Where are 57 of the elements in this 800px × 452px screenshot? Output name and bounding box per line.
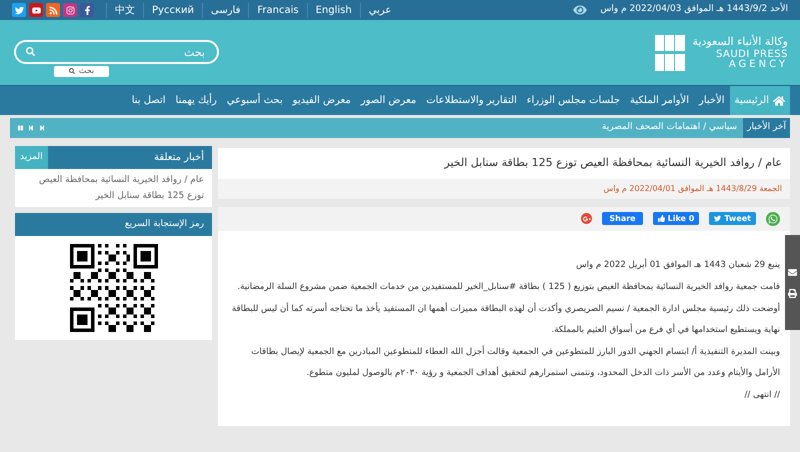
thumbs-up-icon [658, 215, 665, 222]
whatsapp-icon[interactable] [766, 212, 780, 226]
language-link[interactable]: 中文 [106, 2, 143, 18]
article-paragraph: // انتهى // [743, 388, 780, 402]
nav-item[interactable]: رأيك يهمنا [170, 86, 222, 115]
nav-item[interactable]: معرض الفيديو [288, 86, 356, 115]
logo-mark-icon [654, 34, 685, 70]
language-link[interactable]: Русский [143, 2, 202, 18]
logo-english-text: AGENCY [728, 60, 788, 70]
date-text: الأحد 1443/9/2 هـ الموافق 2022/04/03 م واس [600, 3, 788, 16]
language-link[interactable]: عربي [360, 2, 400, 18]
nav-item[interactable]: التقارير والاستطلاعات [421, 86, 522, 115]
nav-item[interactable]: اتصل بنا [126, 86, 171, 115]
print-icon[interactable] [788, 288, 797, 298]
article-paragraph: قامت جمعية روافد الخيرية النسائية بمحافظة العيص بتوزيع ( 125 ) بطاقة #سنابل_الخير للمستفيدين من خدمات الجمعية ضمن مشروع السلة الرمضانية. [236, 280, 780, 294]
instagram-icon[interactable] [63, 3, 77, 17]
language-link[interactable]: Francais [248, 2, 307, 18]
article-date: الجمعة 1443/8/29 هـ الموافق 2022/04/01 م واس [218, 178, 790, 198]
bird-icon [714, 215, 722, 222]
nav-item[interactable]: معرض الصور [356, 86, 422, 115]
google-plus-icon[interactable] [581, 213, 592, 224]
like-button[interactable]: Like 0 [652, 212, 700, 225]
next-icon[interactable] [39, 125, 45, 131]
language-link[interactable]: English [306, 2, 360, 18]
logo-arabic-text: وكالة الأنباء السعودية [692, 36, 788, 46]
ticker-label: آخر الأخبار [743, 118, 790, 138]
eye-icon[interactable] [572, 4, 588, 16]
nav-item[interactable]: الأوامر الملكية [625, 86, 694, 115]
nav-item[interactable]: الأخبار [694, 86, 730, 115]
facebook-icon[interactable] [80, 3, 94, 17]
article-paragraph: وبينت المديرة التنفيذية أ/ ابتسام الجهني الدور البارز للمتطوعين في الجمعية وقالت أجزل الله العطاء للمتطوعين المبادرين مع الجمعية لإيصال بطاقات الأرامل والأيتام وعدد من الأسر ذات الدخل المحدود، ونتمنى استمرارهم لتحقيق أهداف الجمعية و رؤية ٢٠٣٠م بالوصول لمليون متطوع. [250, 344, 780, 380]
previous-icon[interactable] [28, 125, 34, 131]
more-link[interactable]: المزيد [15, 146, 48, 169]
article-paragraph: ينبع 29 شعبان 1443 هـ الموافق 01 أبريل 2022 م واس [575, 258, 780, 272]
nav-item[interactable]: جلسات مجلس الوزراء [522, 86, 626, 115]
article-paragraph: أوضحت ذلك رئيسية مجلس ادارة الجمعية / نسيم الصريصري وأكدت أن لهذه البطاقة مميزات أهمها ان المستفيد يأخذ ما تحتاجه أسرته كما أن ليس للبطاقة نهاية ويستطيع استخدامها في أي فرع من أسواق العثيم بالمملكة. [230, 301, 780, 336]
home-icon [773, 94, 785, 106]
youtube-icon[interactable] [29, 3, 43, 17]
search-field[interactable]: بحث [14, 40, 219, 64]
card-title: رمز الإستجابة السريع [124, 218, 205, 231]
search-button[interactable]: بحث [54, 66, 109, 76]
pause-icon[interactable] [18, 125, 23, 131]
related-news-link[interactable]: عام / روافد الخيرية النسائية بمحافظة العيص توزع 125 بطاقة سنابل الخير [15, 169, 212, 207]
nav-item[interactable]: الرئيسية [730, 86, 790, 115]
article-title: عام / روافد الخيرية النسائية بمحافظة العيص توزع 125 بطاقة سنابل الخير [442, 155, 783, 171]
rss-icon[interactable] [46, 3, 60, 17]
envelope-icon[interactable] [788, 268, 797, 276]
search-icon [68, 68, 75, 74]
ticker-headline[interactable]: سياسي / اهتمامات الصحف المصرية [596, 121, 744, 135]
twitter-icon[interactable] [12, 3, 26, 17]
search-icon [26, 46, 35, 56]
card-title: أخبار متعلقة [153, 150, 205, 165]
share-button[interactable]: Share [602, 212, 643, 225]
language-link[interactable]: فارسی [202, 2, 248, 18]
logo-english-text: SAUDI PRESS [716, 50, 788, 60]
tweet-button[interactable]: Tweet [709, 212, 756, 225]
nav-item[interactable]: بحث أسبوعي [222, 86, 288, 115]
